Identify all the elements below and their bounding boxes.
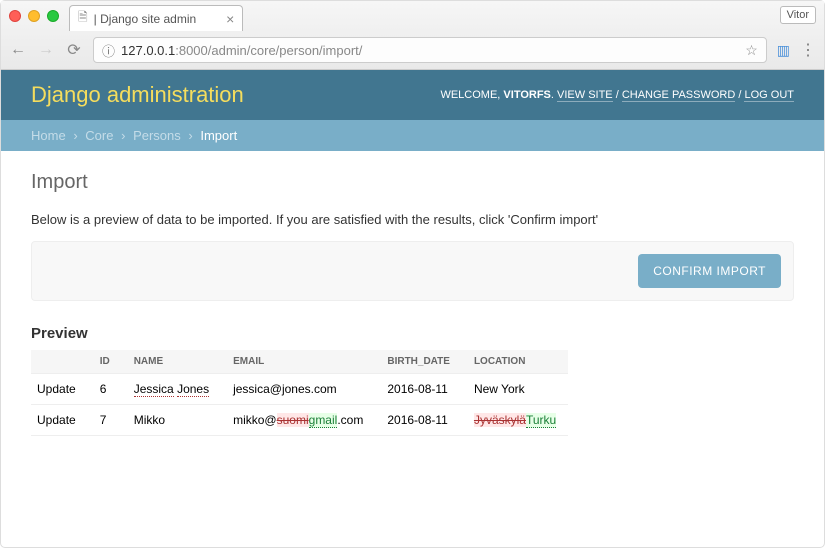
page-icon: 🗎 xyxy=(78,8,88,29)
cell-id: 6 xyxy=(88,374,122,405)
help-text: Below is a preview of data to be importe… xyxy=(31,212,794,227)
change-password-link[interactable]: CHANGE PASSWORD xyxy=(622,89,735,102)
close-window-button[interactable] xyxy=(9,10,21,22)
welcome-label: WELCOME, xyxy=(440,89,500,101)
forward-button: → xyxy=(37,41,55,59)
cell-location: New York xyxy=(462,374,568,405)
col-name: NAME xyxy=(122,350,221,374)
email-added: gmail xyxy=(309,413,338,428)
table-row: Update 6 Jessica Jones jessica@jones.com… xyxy=(31,374,568,405)
browser-chrome: 🗎 | Django site admin × Vitor ← → ⟳ ⓘ 12… xyxy=(1,1,824,70)
name-old: Jessica xyxy=(134,382,174,397)
location-removed: Jyväskylä xyxy=(474,413,526,427)
bookmark-icon[interactable]: ☆ xyxy=(745,42,758,59)
cell-action: Update xyxy=(31,374,88,405)
profile-badge[interactable]: Vitor xyxy=(780,6,816,24)
location-added: Turku xyxy=(526,413,556,428)
tab-title: | Django site admin xyxy=(94,12,197,26)
close-tab-icon[interactable]: × xyxy=(226,11,234,27)
breadcrumb: Home › Core › Persons › Import xyxy=(1,120,824,151)
confirm-import-button[interactable]: Confirm import xyxy=(638,254,781,288)
cell-id: 7 xyxy=(88,405,122,436)
titlebar: 🗎 | Django site admin × Vitor xyxy=(1,1,824,31)
user-tools: WELCOME, VITORFS. VIEW SITE / CHANGE PAS… xyxy=(440,89,794,101)
minimize-window-button[interactable] xyxy=(28,10,40,22)
back-button[interactable]: ← xyxy=(9,41,27,59)
preview-heading: Preview xyxy=(31,325,794,342)
django-header: Django administration WELCOME, VITORFS. … xyxy=(1,70,824,120)
col-birthdate: BIRTH_DATE xyxy=(375,350,462,374)
name-new: Jones xyxy=(177,382,209,397)
preview-table: ID NAME EMAIL BIRTH_DATE LOCATION Update… xyxy=(31,350,568,436)
window-controls xyxy=(9,10,59,22)
address-bar[interactable]: ⓘ 127.0.0.1:8000/admin/core/person/impor… xyxy=(93,37,767,63)
cell-name: Jessica Jones xyxy=(122,374,221,405)
breadcrumb-persons[interactable]: Persons xyxy=(133,128,181,143)
cell-birthdate: 2016-08-11 xyxy=(375,405,462,436)
breadcrumb-current: Import xyxy=(200,128,237,143)
submit-row: Confirm import xyxy=(31,241,794,301)
cell-action: Update xyxy=(31,405,88,436)
cell-location: JyväskyläTurku xyxy=(462,405,568,436)
table-header-row: ID NAME EMAIL BIRTH_DATE LOCATION xyxy=(31,350,568,374)
cell-email: jessica@jones.com xyxy=(221,374,375,405)
col-location: LOCATION xyxy=(462,350,568,374)
col-email: EMAIL xyxy=(221,350,375,374)
site-brand: Django administration xyxy=(31,82,244,108)
maximize-window-button[interactable] xyxy=(47,10,59,22)
browser-tab[interactable]: 🗎 | Django site admin × xyxy=(69,5,243,31)
cell-birthdate: 2016-08-11 xyxy=(375,374,462,405)
col-action xyxy=(31,350,88,374)
table-row: Update 7 Mikko mikko@suomigmail.com 2016… xyxy=(31,405,568,436)
url-host: 127.0.0.1 xyxy=(121,43,175,58)
breadcrumb-core[interactable]: Core xyxy=(85,128,113,143)
browser-menu-icon[interactable]: ⋮ xyxy=(800,40,816,60)
preview-section: Preview ID NAME EMAIL BIRTH_DATE LOCATIO… xyxy=(31,325,794,436)
site-info-icon[interactable]: ⓘ xyxy=(102,41,115,60)
logout-link[interactable]: LOG OUT xyxy=(744,89,794,102)
username: VITORFS xyxy=(503,89,550,101)
reload-button[interactable]: ⟳ xyxy=(65,40,83,60)
content: Import Below is a preview of data to be … xyxy=(1,151,824,456)
extension-icon[interactable]: ▥ xyxy=(777,42,790,59)
cell-email: mikko@suomigmail.com xyxy=(221,405,375,436)
email-removed: suomi xyxy=(277,413,309,427)
page-title: Import xyxy=(31,171,794,194)
url-path: :8000/admin/core/person/import/ xyxy=(175,43,362,58)
breadcrumb-home[interactable]: Home xyxy=(31,128,66,143)
view-site-link[interactable]: VIEW SITE xyxy=(557,89,613,102)
address-bar-row: ← → ⟳ ⓘ 127.0.0.1:8000/admin/core/person… xyxy=(1,31,824,69)
cell-name: Mikko xyxy=(122,405,221,436)
col-id: ID xyxy=(88,350,122,374)
